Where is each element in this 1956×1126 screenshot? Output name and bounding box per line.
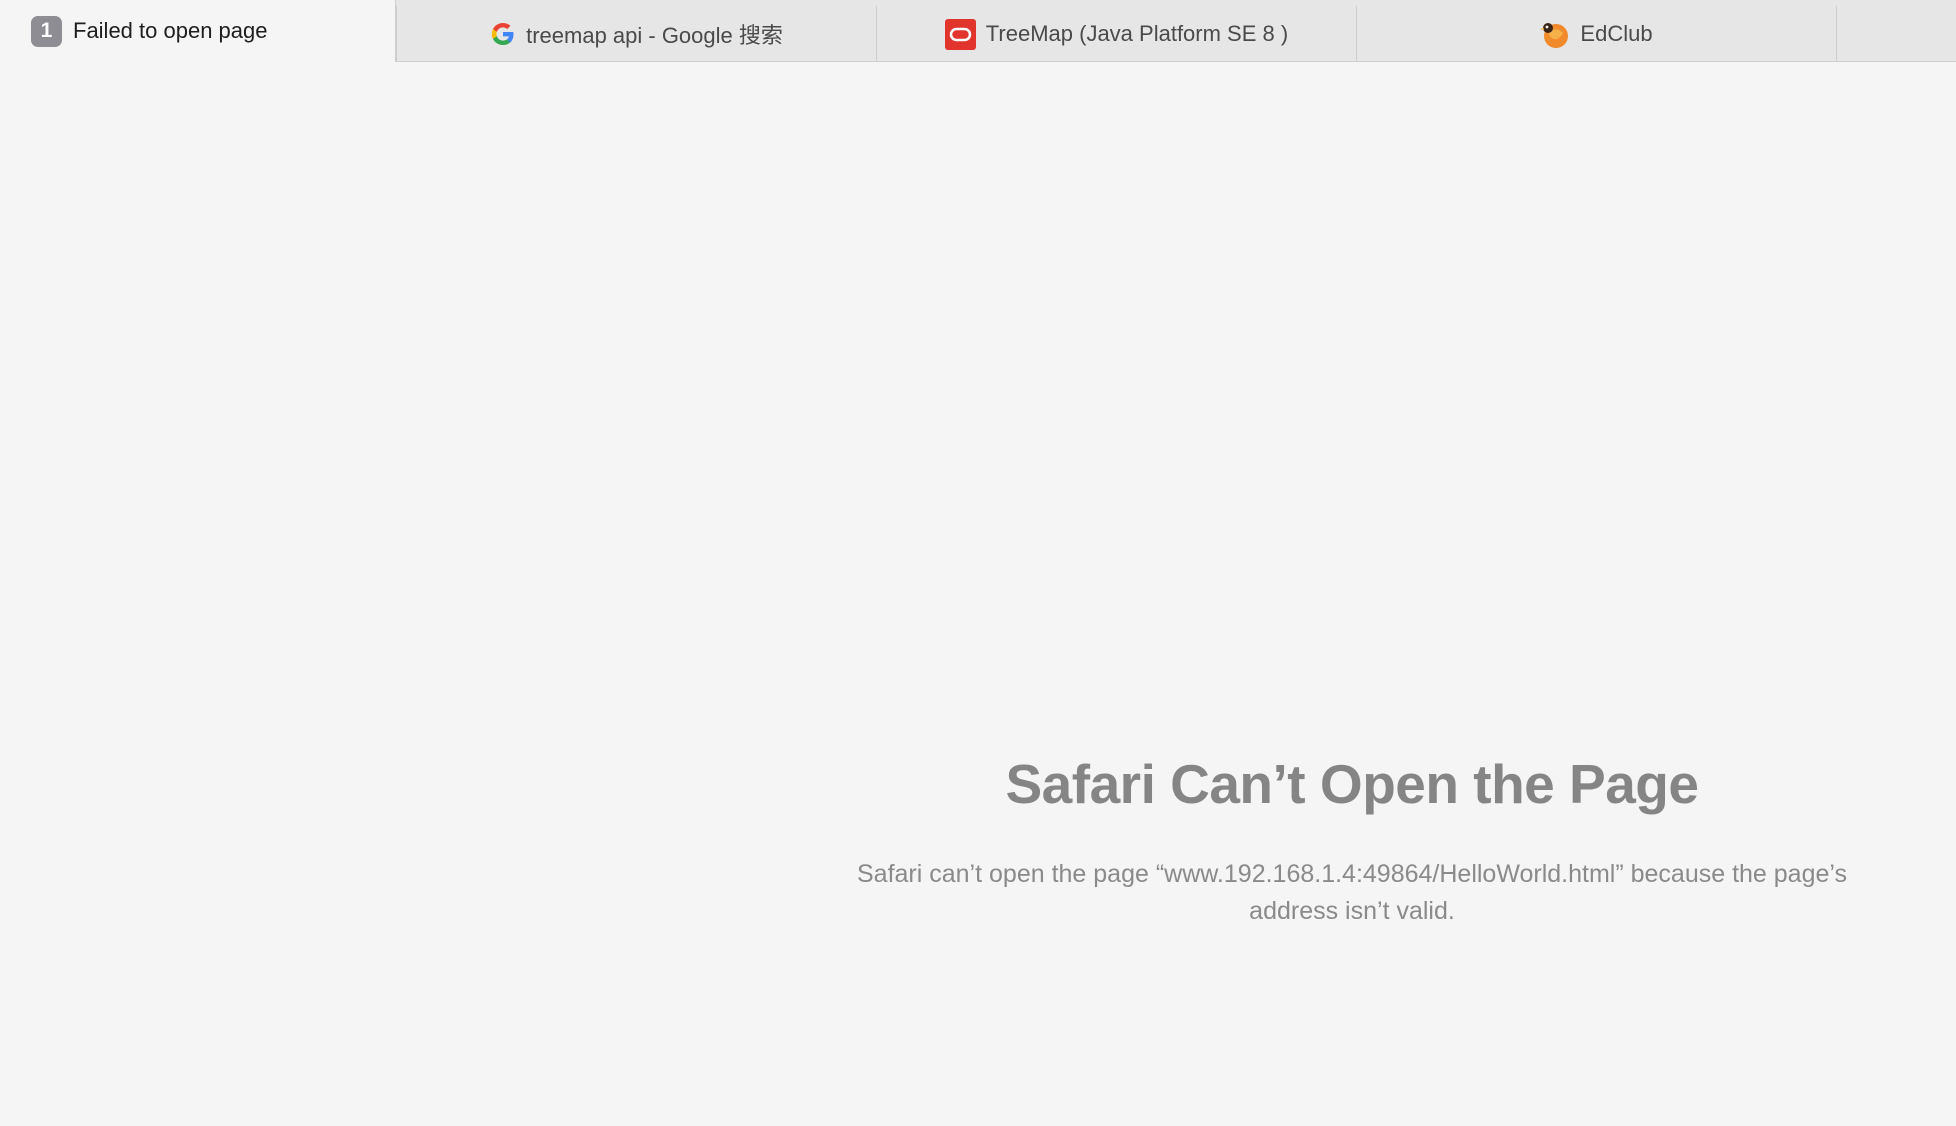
- error-page: [0, 62, 1956, 1126]
- error-message: Safari can’t open the page “www.192.168.…: [857, 860, 1847, 925]
- google-icon: [490, 21, 516, 47]
- tab-label: treemap api - Google 搜索: [526, 23, 783, 48]
- tab-label: TreeMap (Java Platform SE 8 ): [985, 21, 1289, 46]
- tab-label: EdClub: [1580, 21, 1653, 46]
- tab-label: Failed to open page: [73, 18, 268, 43]
- edclub-icon: [1540, 19, 1570, 49]
- tab-google-search[interactable]: treemap api - Google 搜索: [396, 6, 876, 62]
- tab-number-badge: 1: [31, 15, 62, 47]
- error-title: Safari Can’t Open the Page: [1005, 753, 1699, 815]
- tab-failed-to-open-page[interactable]: 1 Failed to open page: [0, 0, 396, 62]
- tab-new-tab-area[interactable]: [1836, 6, 1956, 62]
- tab-treemap-java-docs[interactable]: TreeMap (Java Platform SE 8 ): [876, 6, 1356, 62]
- tab-edclub[interactable]: EdClub: [1356, 6, 1836, 62]
- oracle-icon: [944, 18, 976, 50]
- tab-bar: 1 Failed to open page treemap api - Goog…: [0, 0, 1956, 62]
